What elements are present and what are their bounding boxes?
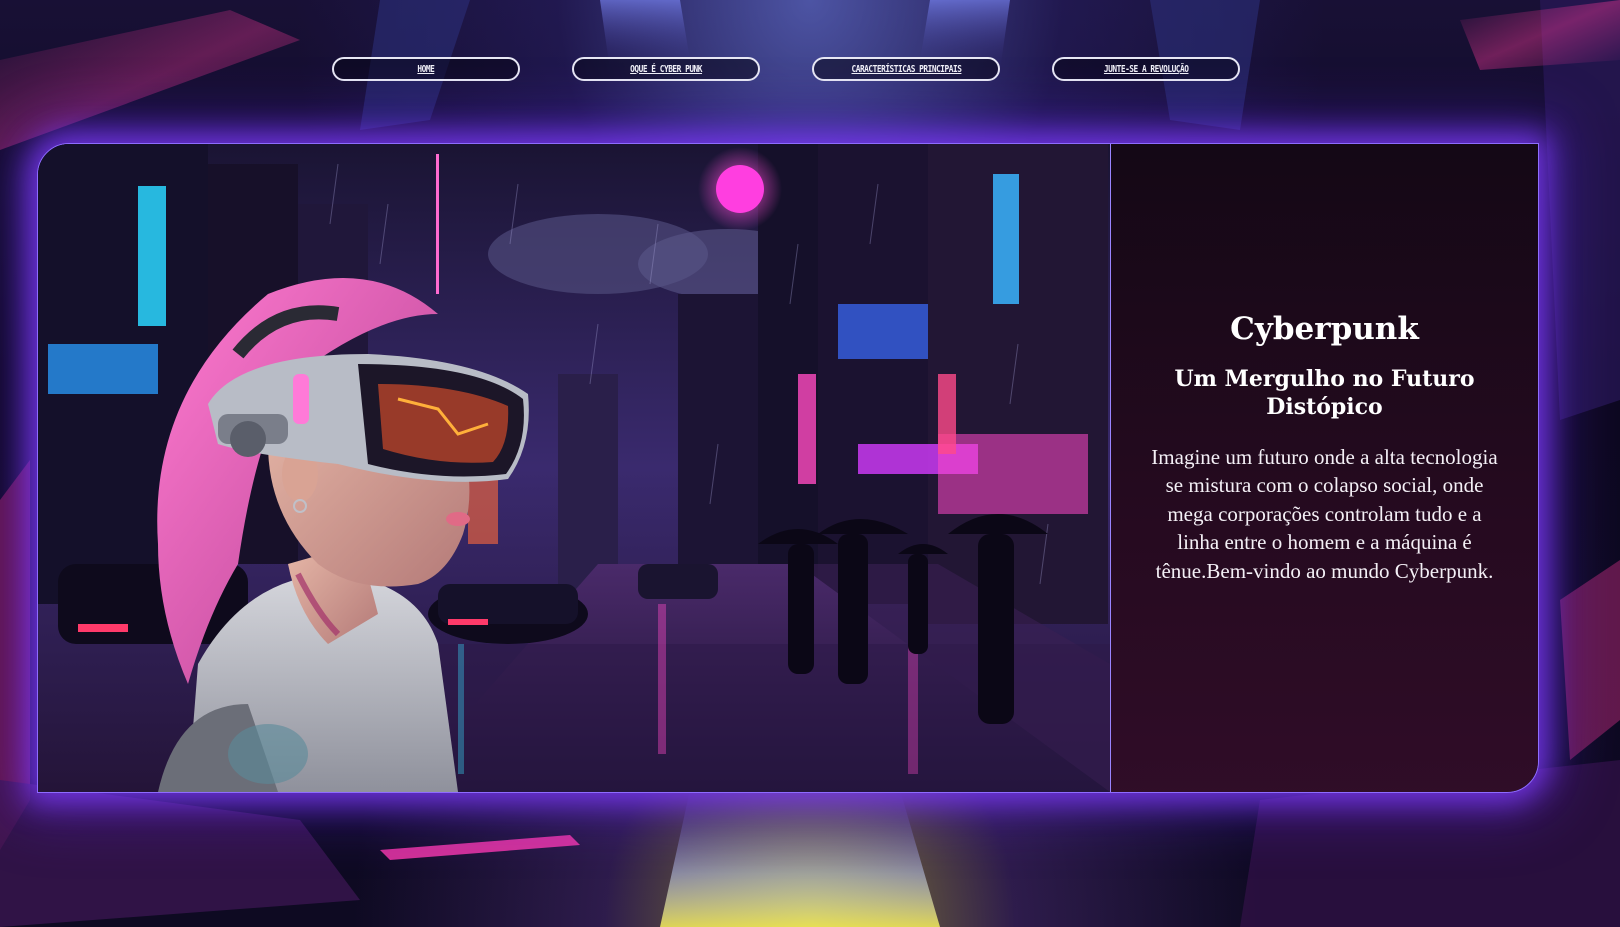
main-nav: HOME Oque é Cyber Punk Características P… [0, 57, 1620, 83]
hero-card: Cyberpunk Um Mergulho no Futuro Distópic… [37, 143, 1539, 793]
page: HOME Oque é Cyber Punk Características P… [0, 0, 1620, 927]
nav-home-label: HOME [417, 63, 435, 75]
hero-title: Cyberpunk [1230, 310, 1419, 347]
cyberpunk-city-vr-girl-illustration [38, 144, 1111, 792]
nav-main-features-button[interactable]: Características Principais [812, 57, 1000, 81]
nav-what-is-cyberpunk-label: Oque é Cyber Punk [630, 63, 702, 75]
nav-home-button[interactable]: HOME [332, 57, 520, 81]
hero-description: Imagine um futuro onde a alta tecnologia… [1151, 444, 1498, 583]
hero-text-panel: Cyberpunk Um Mergulho no Futuro Distópic… [1111, 144, 1538, 792]
nav-join-revolution-button[interactable]: Junte-se a Revolução [1052, 57, 1240, 81]
hero-subtitle: Um Mergulho no Futuro Distópico [1174, 365, 1475, 420]
nav-join-revolution-label: Junte-se a Revolução [1103, 63, 1189, 75]
nav-main-features-label: Características Principais [851, 63, 961, 75]
nav-what-is-cyberpunk-button[interactable]: Oque é Cyber Punk [572, 57, 760, 81]
